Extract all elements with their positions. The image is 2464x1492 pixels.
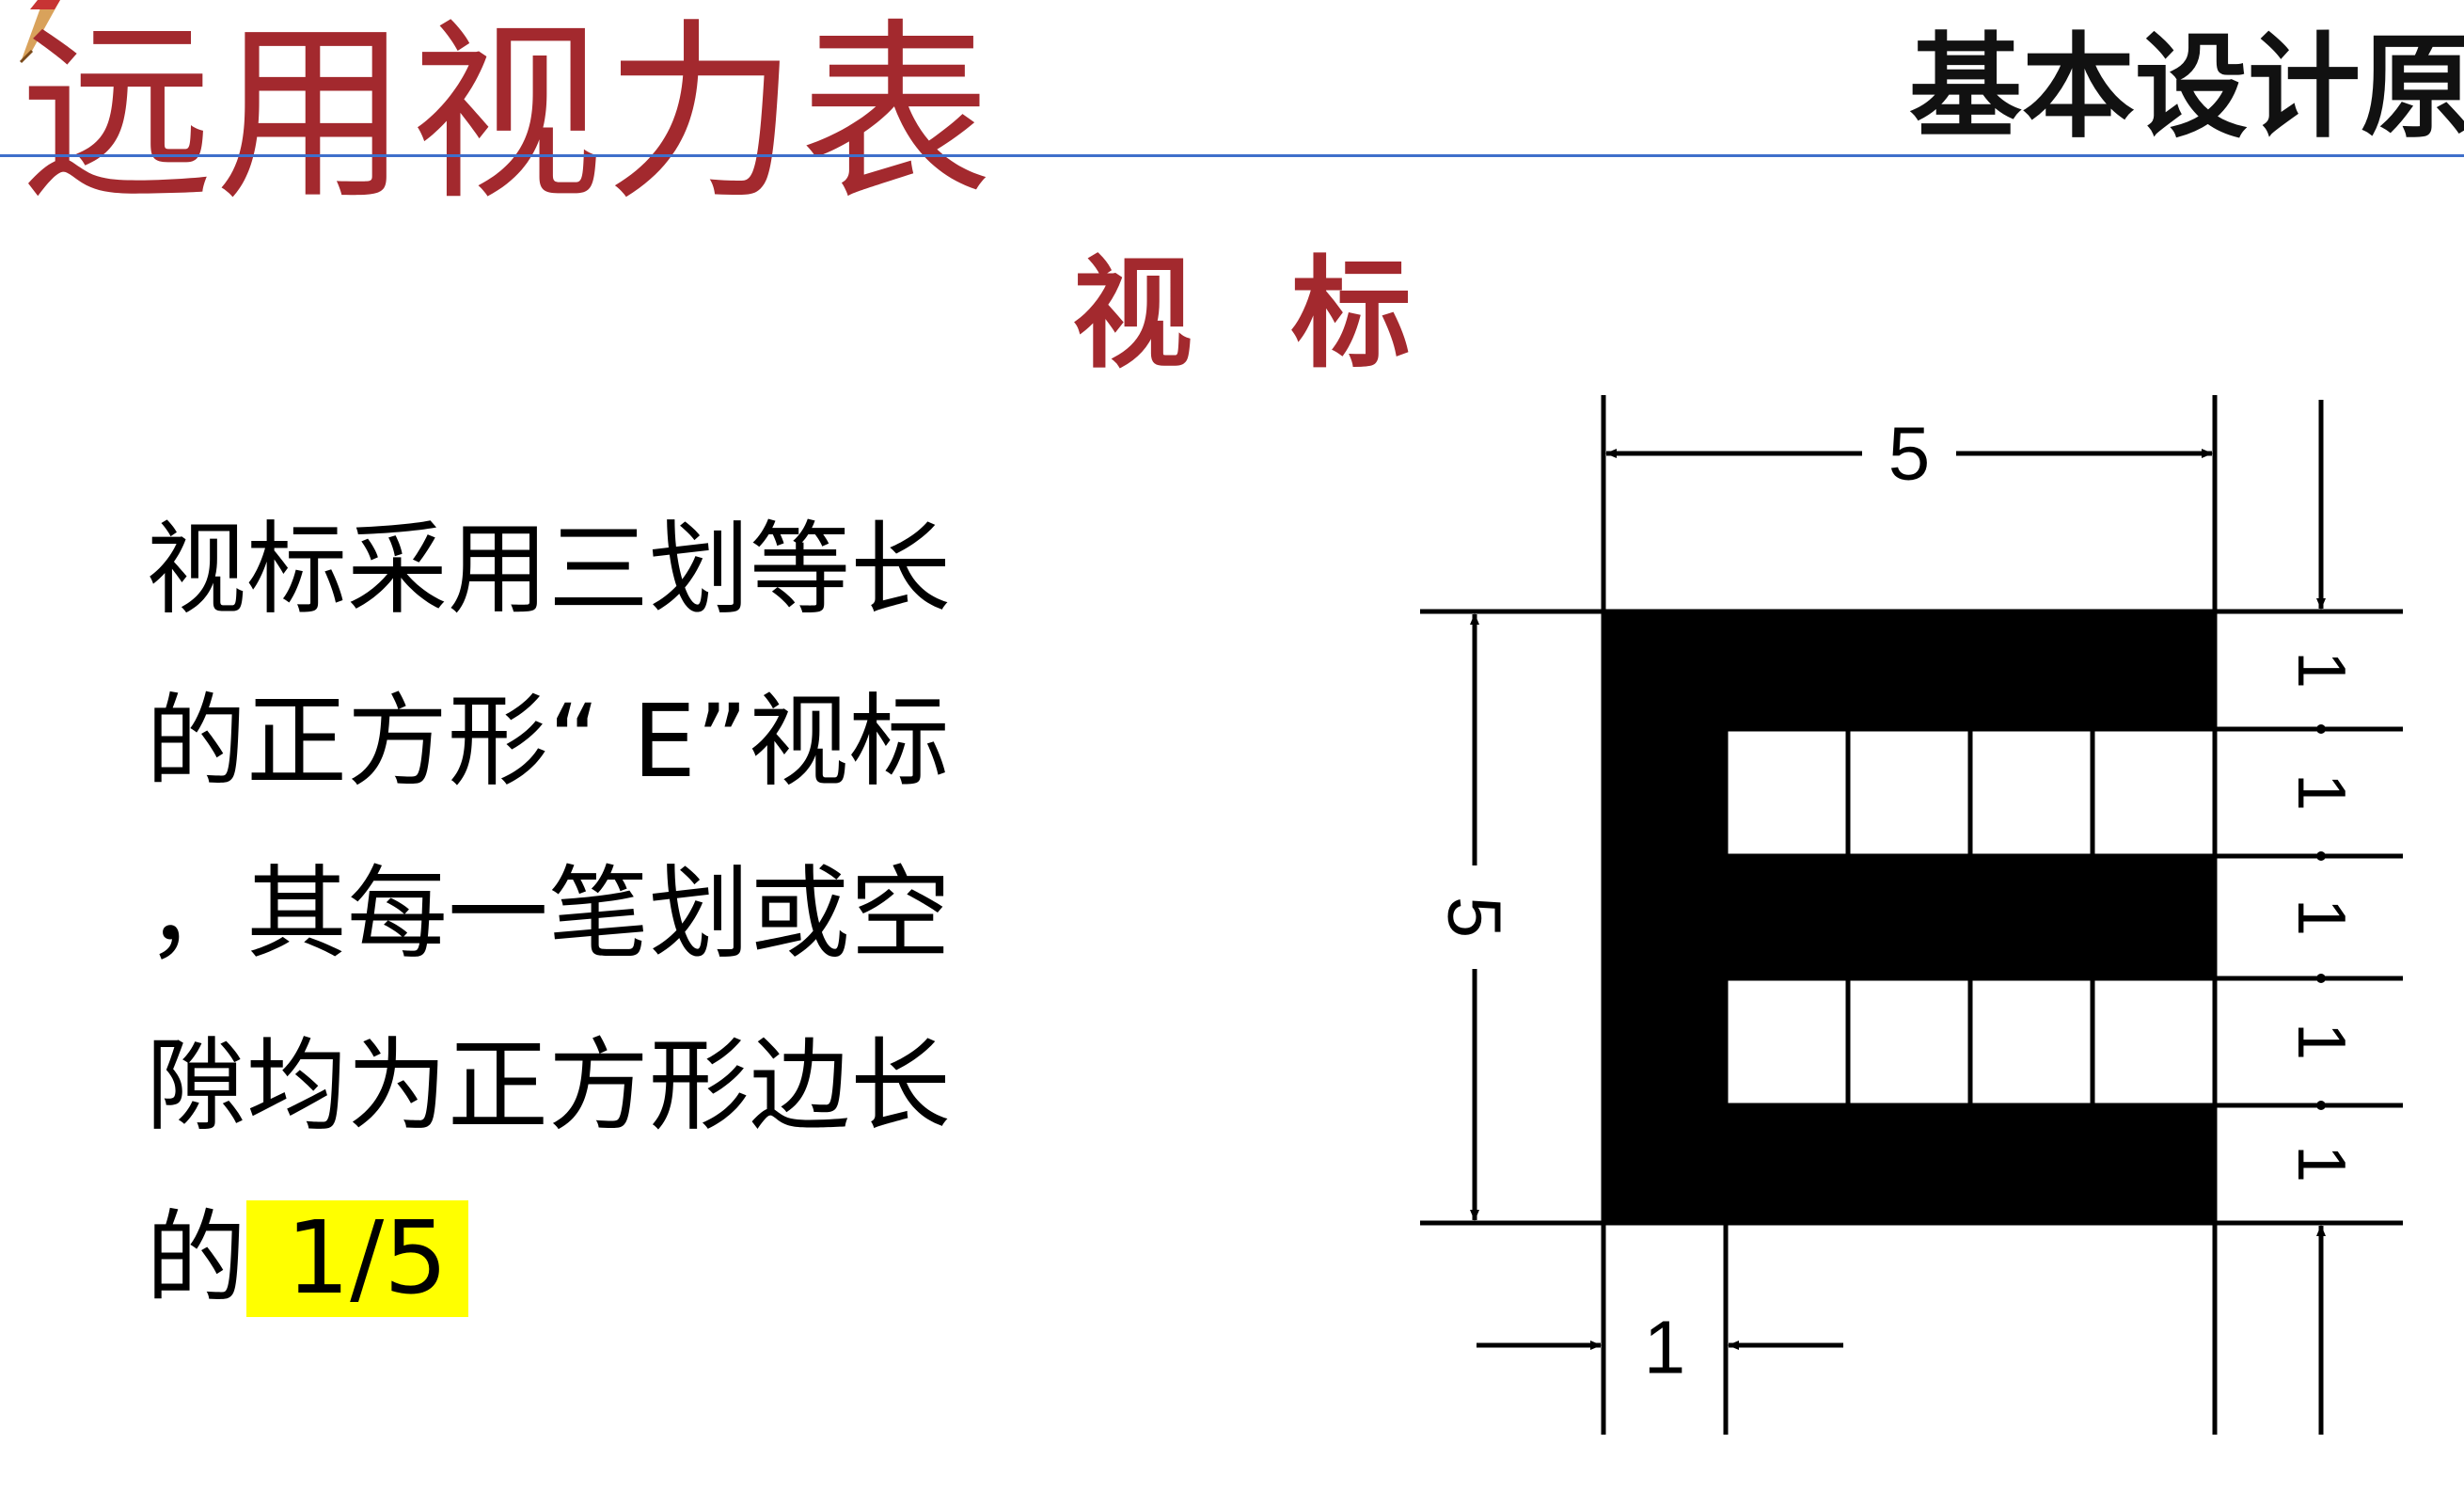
body-line-1: 视标采用三划等长 [146,512,952,628]
right-segment-label: 1 [2283,773,2359,811]
right-segment-label: 1 [2283,651,2359,689]
right-segment-label: 1 [2283,1145,2359,1182]
e-optotype [1603,611,2215,1223]
body-line-5-prefix: 的 [146,1200,247,1317]
right-segment-label: 1 [2283,1023,2359,1060]
right-segment-label: 1 [2283,898,2359,936]
slide-subtitle: 视 标 [1072,245,1440,385]
body-line-4: 隙均为正方形边长 [146,1028,952,1145]
highlighted-fraction: 1/5 [246,1200,469,1317]
section-header: 基本设计原 [1909,23,2464,153]
slide-title: 远用视力表 [21,3,994,227]
body-line-5: 的 1/5 [146,1173,1086,1345]
top-dimension-label: 5 [1888,412,1931,496]
bottom-dimension-label: 1 [1644,1306,1686,1389]
body-text: 视标采用三划等长 的正方形“ E”视标 ，其每一笔划或空 隙均为正方形边长 的 … [146,484,1086,1345]
header-divider [0,154,2464,157]
tumbling-e-diagram: 5 5 1 1 1 1 1 1 [1420,395,2403,1435]
body-line-2: 的正方形“ E”视标 [146,684,950,801]
body-line-3: ，其每一笔划或空 [146,856,952,973]
left-dimension-label: 5 [1433,897,1517,939]
